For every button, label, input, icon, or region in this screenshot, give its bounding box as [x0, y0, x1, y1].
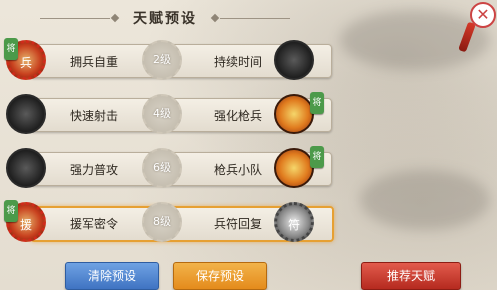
recommend-talent-button[interactable]: 推荐天赋: [361, 262, 461, 290]
general-tag: 将: [310, 146, 324, 168]
general-tag: 将: [4, 38, 18, 60]
sword-icon[interactable]: [274, 40, 314, 80]
panel-header: 天赋预设: [0, 8, 330, 30]
talent-left-label: 快速射击: [70, 109, 119, 123]
arrow-icon[interactable]: [6, 94, 46, 134]
header-divider: [220, 18, 290, 19]
talent-right-label: 兵符回复: [214, 217, 263, 231]
talent-level: 4级: [142, 94, 182, 134]
ink-decoration: [360, 170, 490, 230]
talent-row[interactable]: 援 将 援军密令 8级 兵符回复 符: [4, 200, 334, 244]
spear-squad-icon[interactable]: [274, 148, 314, 188]
token-gear-icon[interactable]: 符: [274, 202, 314, 242]
save-preset-button[interactable]: 保存预设: [173, 262, 267, 290]
talent-level: 2级: [142, 40, 182, 80]
talent-row[interactable]: 兵 将 拥兵自重 2级 持续时间: [4, 38, 332, 82]
talent-row[interactable]: 强力普攻 6级 枪兵小队 将: [4, 146, 332, 190]
talent-right-label: 持续时间: [214, 55, 263, 69]
general-tag: 将: [4, 200, 18, 222]
talent-level: 8级: [142, 202, 182, 242]
talent-left-label: 援军密令: [70, 217, 119, 231]
blade-icon[interactable]: [6, 148, 46, 188]
clear-preset-button[interactable]: 清除预设: [65, 262, 159, 290]
talent-row[interactable]: 快速射击 4级 强化枪兵 将: [4, 92, 332, 136]
general-tag: 将: [310, 92, 324, 114]
spear-fire-icon[interactable]: [274, 94, 314, 134]
talent-level: 6级: [142, 148, 182, 188]
talent-right-label: 枪兵小队: [214, 163, 263, 177]
talent-right-label: 强化枪兵: [214, 109, 263, 123]
close-icon[interactable]: ✕: [470, 2, 496, 28]
talent-left-label: 强力普攻: [70, 163, 119, 177]
talent-left-label: 拥兵自重: [70, 55, 119, 69]
